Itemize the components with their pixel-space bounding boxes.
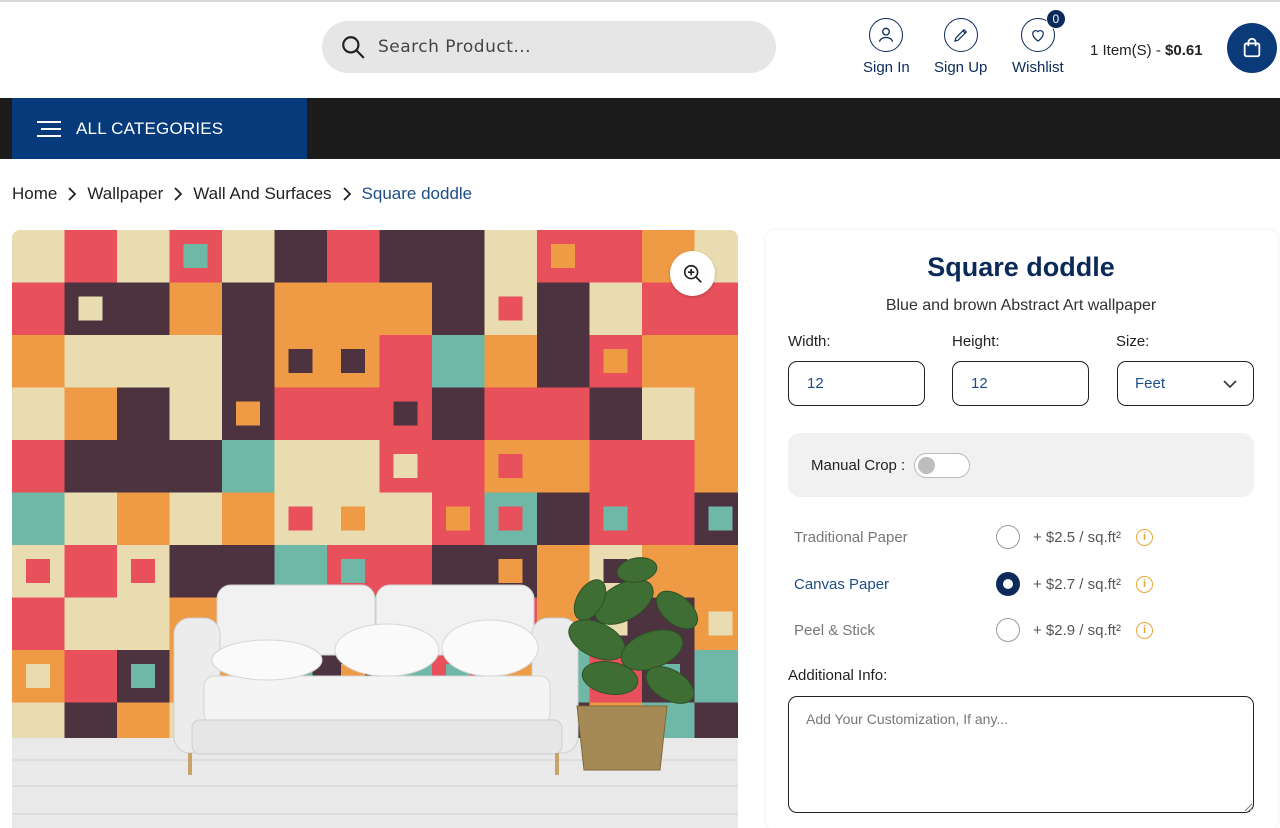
cart-items-text: 1 Item(S) - <box>1090 42 1166 59</box>
zoom-in-icon <box>683 264 702 283</box>
cart-total: $0.61 <box>1165 42 1203 59</box>
breadcrumb-wall-and-surfaces[interactable]: Wall And Surfaces <box>193 184 331 204</box>
wallpaper-room-photo <box>12 230 738 828</box>
info-icon[interactable]: i <box>1136 621 1153 639</box>
site-header: Sign In Sign Up 0 Wishlist 1 Item(S) - $… <box>0 0 1280 98</box>
breadcrumb: Home Wallpaper Wall And Surfaces Square … <box>12 184 472 204</box>
sign-up-label: Sign Up <box>934 59 988 76</box>
sign-in-label: Sign In <box>863 59 910 76</box>
all-categories-label: ALL CATEGORIES <box>76 118 224 138</box>
search-bar[interactable] <box>322 21 776 73</box>
heart-icon: 0 <box>1020 9 1066 52</box>
wishlist-count-badge: 0 <box>1045 9 1066 29</box>
wishlist-label: Wishlist <box>1012 59 1064 76</box>
sofa <box>173 584 579 775</box>
option-radio[interactable] <box>996 618 1020 642</box>
option-name: Traditional Paper <box>794 528 908 546</box>
product-title: Square doddle <box>927 252 1115 282</box>
option-name: Peel & Stick <box>794 621 875 639</box>
height-label: Height: <box>952 333 1000 350</box>
breadcrumb-home[interactable]: Home <box>12 184 57 204</box>
chevron-right-icon <box>342 187 352 201</box>
sign-up-link[interactable]: Sign Up <box>934 18 987 76</box>
width-label: Width: <box>788 333 831 350</box>
height-input[interactable] <box>952 361 1089 406</box>
pencil-icon <box>943 18 978 52</box>
chevron-right-icon <box>173 187 183 201</box>
option-radio[interactable] <box>996 525 1020 549</box>
user-icon <box>869 18 904 52</box>
paper-option-peel-stick[interactable]: Peel & Stick + $2.9 / sq.ft² i <box>794 617 1264 643</box>
option-radio[interactable] <box>996 572 1020 596</box>
cart-button[interactable] <box>1227 23 1277 73</box>
shopping-bag-icon <box>1243 37 1261 58</box>
additional-info-label: Additional Info: <box>788 667 888 684</box>
zoom-button[interactable] <box>670 251 715 296</box>
search-icon <box>342 36 365 59</box>
width-input[interactable] <box>788 361 925 406</box>
paper-option-canvas[interactable]: Canvas Paper + $2.7 / sq.ft² i <box>794 571 1264 597</box>
size-unit-value: Feet <box>1135 375 1166 392</box>
option-name: Canvas Paper <box>794 575 890 593</box>
size-label: Size: <box>1116 333 1150 350</box>
cart-summary[interactable]: 1 Item(S) - $0.61 <box>1090 42 1203 59</box>
manual-crop-label: Manual Crop : <box>811 456 906 474</box>
menu-icon <box>37 120 61 137</box>
breadcrumb-current: Square doddle <box>361 184 473 203</box>
product-image[interactable] <box>12 230 738 828</box>
breadcrumb-wallpaper[interactable]: Wallpaper <box>87 184 163 204</box>
manual-crop-toggle[interactable] <box>914 452 971 478</box>
manual-crop-row: Manual Crop : <box>788 433 1254 497</box>
all-categories-button[interactable]: ALL CATEGORIES <box>12 98 307 159</box>
category-nav-bar: ALL CATEGORIES <box>0 98 1280 159</box>
wishlist-link[interactable]: 0 Wishlist <box>1012 9 1066 76</box>
option-price: + $2.7 / sq.ft² <box>1033 575 1121 593</box>
option-price: + $2.9 / sq.ft² <box>1033 621 1121 639</box>
info-icon[interactable]: i <box>1136 575 1153 593</box>
size-unit-select[interactable]: Feet <box>1117 361 1254 406</box>
chevron-right-icon <box>67 187 77 201</box>
chevron-down-icon <box>1223 379 1237 388</box>
product-options-panel: Square doddle Blue and brown Abstract Ar… <box>766 230 1278 828</box>
product-subtitle: Blue and brown Abstract Art wallpaper <box>885 297 1157 314</box>
additional-info-textarea[interactable] <box>788 696 1254 813</box>
option-price: + $2.5 / sq.ft² <box>1033 528 1121 546</box>
info-icon[interactable]: i <box>1136 528 1153 546</box>
paper-option-traditional[interactable]: Traditional Paper + $2.5 / sq.ft² i <box>794 524 1264 550</box>
search-input[interactable] <box>378 37 738 57</box>
sign-in-link[interactable]: Sign In <box>863 18 910 76</box>
